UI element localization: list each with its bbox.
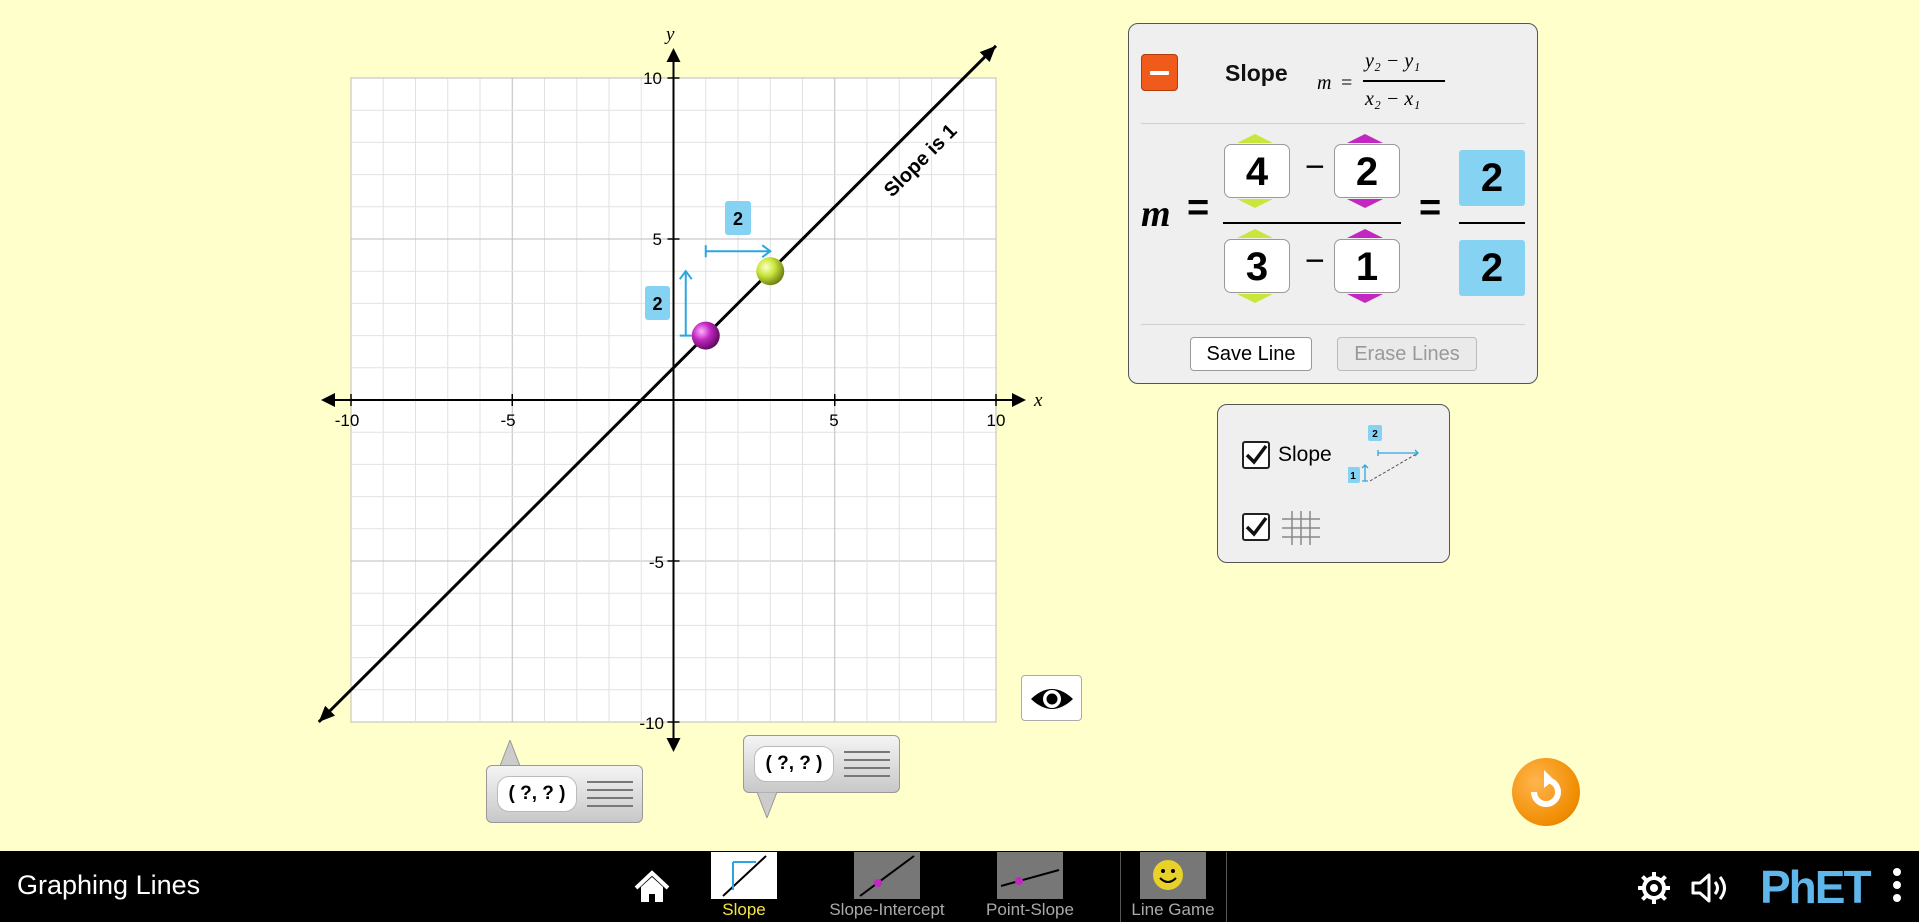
formula-bar [1363,80,1445,82]
grip-icon [844,751,890,777]
fraction-bar [1223,222,1401,224]
point-tool-body[interactable]: ( ?, ? ) [486,765,643,823]
result-fraction-bar [1459,222,1525,224]
point-slope-screen-icon [1000,869,1060,887]
grid-checkbox[interactable] [1242,513,1270,541]
y2-spinner[interactable]: 4 [1224,144,1290,198]
graph: -10 -5 5 10 10 5 -5 -10 x y Slope is 1 2… [317,24,1043,752]
checkmark-icon [1245,444,1268,465]
point-tool-body[interactable]: ( ?, ? ) [743,735,900,793]
checkmark-icon [1245,516,1268,537]
m-symbol: m [1141,193,1171,235]
slope-equation-panel: Slope m = y₂ − y₁ x₂ − x₁ m = 4 − 2 3 − … [1128,23,1538,384]
y-tick-label: -10 [639,714,664,733]
x-tick-label: 10 [987,411,1006,430]
point-1-handle[interactable] [691,321,720,350]
eye-icon [1031,689,1073,709]
x-tick-label: -10 [335,411,360,430]
erase-lines-button[interactable]: Erase Lines [1337,337,1477,371]
smiley-icon [1153,860,1183,890]
reset-icon [1531,770,1561,807]
formula-denominator: x₂ − x₁ [1365,88,1421,110]
slope-checkbox-label: Slope [1278,443,1332,466]
tab-point-slope-label[interactable]: Point-Slope [975,900,1085,920]
y1-increment-arrow[interactable] [1347,134,1383,143]
tab-line-game[interactable] [1140,852,1206,899]
y2-increment-arrow[interactable] [1237,134,1273,143]
x2-spinner[interactable]: 3 [1224,239,1290,293]
slope-formula: m = y₂ − y₁ x₂ − x₁ [1317,36,1457,126]
grid-icon [1282,511,1320,545]
x1-increment-arrow[interactable] [1347,229,1383,238]
x-tick-label: 5 [829,411,838,430]
panel-title: Slope [1225,60,1288,86]
y-tick-label: 10 [643,69,662,88]
formula-m: m [1317,72,1332,94]
result-denominator: 2 [1459,240,1525,296]
tab-slope-intercept-label[interactable]: Slope-Intercept [816,900,958,920]
y2-decrement-arrow[interactable] [1237,199,1273,208]
y1-decrement-arrow[interactable] [1347,199,1383,208]
home-button[interactable] [632,870,672,909]
denominator-minus: − [1305,242,1325,280]
show-hide-eye-button[interactable] [1021,675,1082,721]
menu-button[interactable] [1890,866,1904,911]
tab-point-slope[interactable] [997,852,1063,899]
y-tick-label: 5 [653,230,662,249]
y-axis-label: y [664,24,675,45]
pointer-tip-icon [756,792,778,818]
point-tool-value: ( ?, ? ) [497,776,577,812]
rise-label: 2 [652,294,662,314]
slope-icon-rise-label: 1 [1350,471,1356,482]
save-line-button[interactable]: Save Line [1190,337,1312,371]
grip-icon [587,781,633,807]
tab-slope-label[interactable]: Slope [711,900,777,920]
slope-intercept-screen-icon [859,855,915,897]
gear-icon [1638,872,1670,904]
visibility-panel: Slope 2 1 [1217,404,1450,563]
x1-decrement-arrow[interactable] [1347,294,1383,303]
slope-screen-icon [722,855,767,897]
sim-title: Graphing Lines [17,870,201,900]
navigation-bar [0,851,1919,922]
slope-checkbox[interactable] [1242,441,1270,469]
collapse-button[interactable] [1141,54,1178,91]
y1-spinner[interactable]: 2 [1334,144,1400,198]
x1-spinner[interactable]: 1 [1334,239,1400,293]
result-equals: = [1419,187,1442,229]
pointer-tip-icon [499,740,521,766]
phet-logo[interactable]: PhET [1760,860,1872,914]
y-tick-label: -5 [649,553,664,572]
nav-divider [1226,852,1227,922]
sound-button[interactable] [1690,870,1734,911]
equals-sign: = [1187,187,1210,229]
slope-tool-icon: 2 1 [1348,425,1419,483]
settings-button[interactable] [1636,870,1672,911]
x-tick-label: -5 [500,411,515,430]
kebab-menu-icon [1893,868,1901,902]
point-2-handle[interactable] [756,257,785,286]
separator [1141,123,1525,124]
speaker-icon [1691,873,1726,903]
result-numerator: 2 [1459,150,1525,206]
point-tool-value: ( ?, ? ) [754,746,834,782]
tab-line-game-label[interactable]: Line Game [1117,900,1229,920]
run-label: 2 [733,209,743,229]
numerator-minus: − [1305,148,1325,186]
slope-icon-run-label: 2 [1372,429,1378,440]
formula-equals: = [1341,72,1353,94]
formula-numerator: y₂ − y₁ [1365,50,1421,72]
tab-slope-intercept[interactable] [854,852,920,899]
home-icon [634,870,670,902]
tab-slope[interactable] [711,852,777,899]
reset-all-button[interactable] [1512,758,1580,826]
x-axis-label: x [1033,390,1043,411]
x2-increment-arrow[interactable] [1237,229,1273,238]
separator [1141,324,1525,325]
x2-decrement-arrow[interactable] [1237,294,1273,303]
